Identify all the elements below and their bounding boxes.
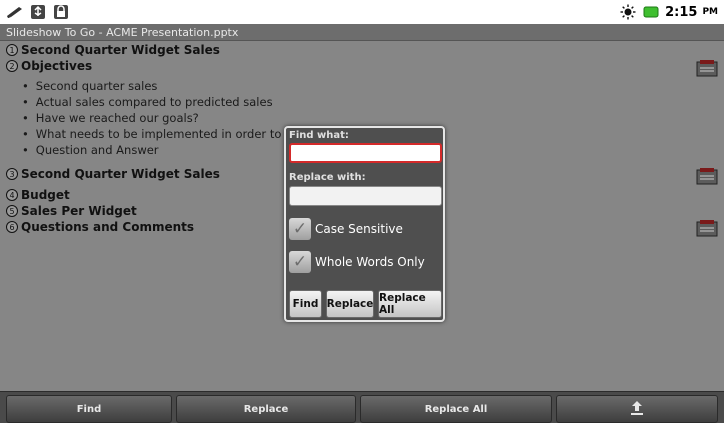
title-bar: Slideshow To Go - ACME Presentation.pptx [0, 24, 724, 41]
slide-number-badge: 2 [6, 60, 18, 72]
replace-all-button[interactable]: Replace All [378, 290, 442, 318]
case-sensitive-checkbox[interactable]: ✓ Case Sensitive [289, 218, 403, 240]
slide-title: Second Quarter Widget Sales [21, 167, 220, 181]
whole-words-label: Whole Words Only [315, 255, 425, 269]
bullet-item: Have we reached our goals? [22, 110, 334, 126]
replace-with-input[interactable] [289, 186, 442, 206]
bottom-find-button[interactable]: Find [6, 395, 172, 423]
outline-slide-5[interactable]: 5 Sales Per Widget [6, 204, 137, 218]
checkmark-icon: ✓ [289, 251, 311, 273]
bullet-item: Second quarter sales [22, 78, 334, 94]
outline-slide-1[interactable]: 1 Second Quarter Widget Sales [6, 43, 220, 57]
status-bar: 2:15 PM [0, 0, 724, 24]
usb-icon [29, 4, 47, 20]
status-bar-right: 2:15 PM [619, 4, 718, 20]
bottom-action-bar: Find Replace Replace All [0, 391, 724, 423]
slide-number-badge: 4 [6, 189, 18, 201]
case-sensitive-label: Case Sensitive [315, 222, 403, 236]
upload-button[interactable] [556, 395, 718, 423]
slide-number-badge: 6 [6, 221, 18, 233]
outline-slide-4[interactable]: 4 Budget [6, 188, 70, 202]
sun-icon [619, 4, 637, 20]
pen-icon [6, 4, 24, 20]
slide-number-badge: 3 [6, 168, 18, 180]
upload-icon [630, 400, 644, 419]
battery-icon [642, 4, 660, 20]
lock-icon [52, 4, 70, 20]
clock-time: 2:15 [665, 4, 698, 20]
slide-title: Second Quarter Widget Sales [21, 43, 220, 57]
slide-thumbnail-icon[interactable] [696, 59, 718, 77]
outline-slide-3[interactable]: 3 Second Quarter Widget Sales [6, 167, 220, 181]
bottom-replace-all-button[interactable]: Replace All [360, 395, 552, 423]
bullet-item: Actual sales compared to predicted sales [22, 94, 334, 110]
slide-thumbnail-icon[interactable] [696, 219, 718, 237]
status-bar-left [6, 4, 70, 20]
replace-with-label: Replace with: [289, 172, 366, 183]
outline-slide-6[interactable]: 6 Questions and Comments [6, 220, 194, 234]
whole-words-checkbox[interactable]: ✓ Whole Words Only [289, 251, 425, 273]
find-button[interactable]: Find [289, 290, 322, 318]
find-what-input[interactable] [289, 143, 442, 163]
slide-title: Questions and Comments [21, 220, 195, 234]
slide-title: Sales Per Widget [21, 204, 137, 218]
checkmark-icon: ✓ [289, 218, 311, 240]
outline-slide-2[interactable]: 2 Objectives [6, 59, 92, 73]
slide-title: Objectives [21, 59, 93, 73]
slide-thumbnail-icon[interactable] [696, 167, 718, 185]
slide-number-badge: 5 [6, 205, 18, 217]
slide-number-badge: 1 [6, 44, 18, 56]
clock-ampm: PM [702, 7, 718, 17]
bottom-replace-button[interactable]: Replace [176, 395, 356, 423]
slide-title: Budget [21, 188, 70, 202]
find-what-label: Find what: [289, 130, 349, 141]
replace-button[interactable]: Replace [326, 290, 374, 318]
find-replace-dialog: Find what: Replace with: ✓ Case Sensitiv… [284, 126, 445, 322]
